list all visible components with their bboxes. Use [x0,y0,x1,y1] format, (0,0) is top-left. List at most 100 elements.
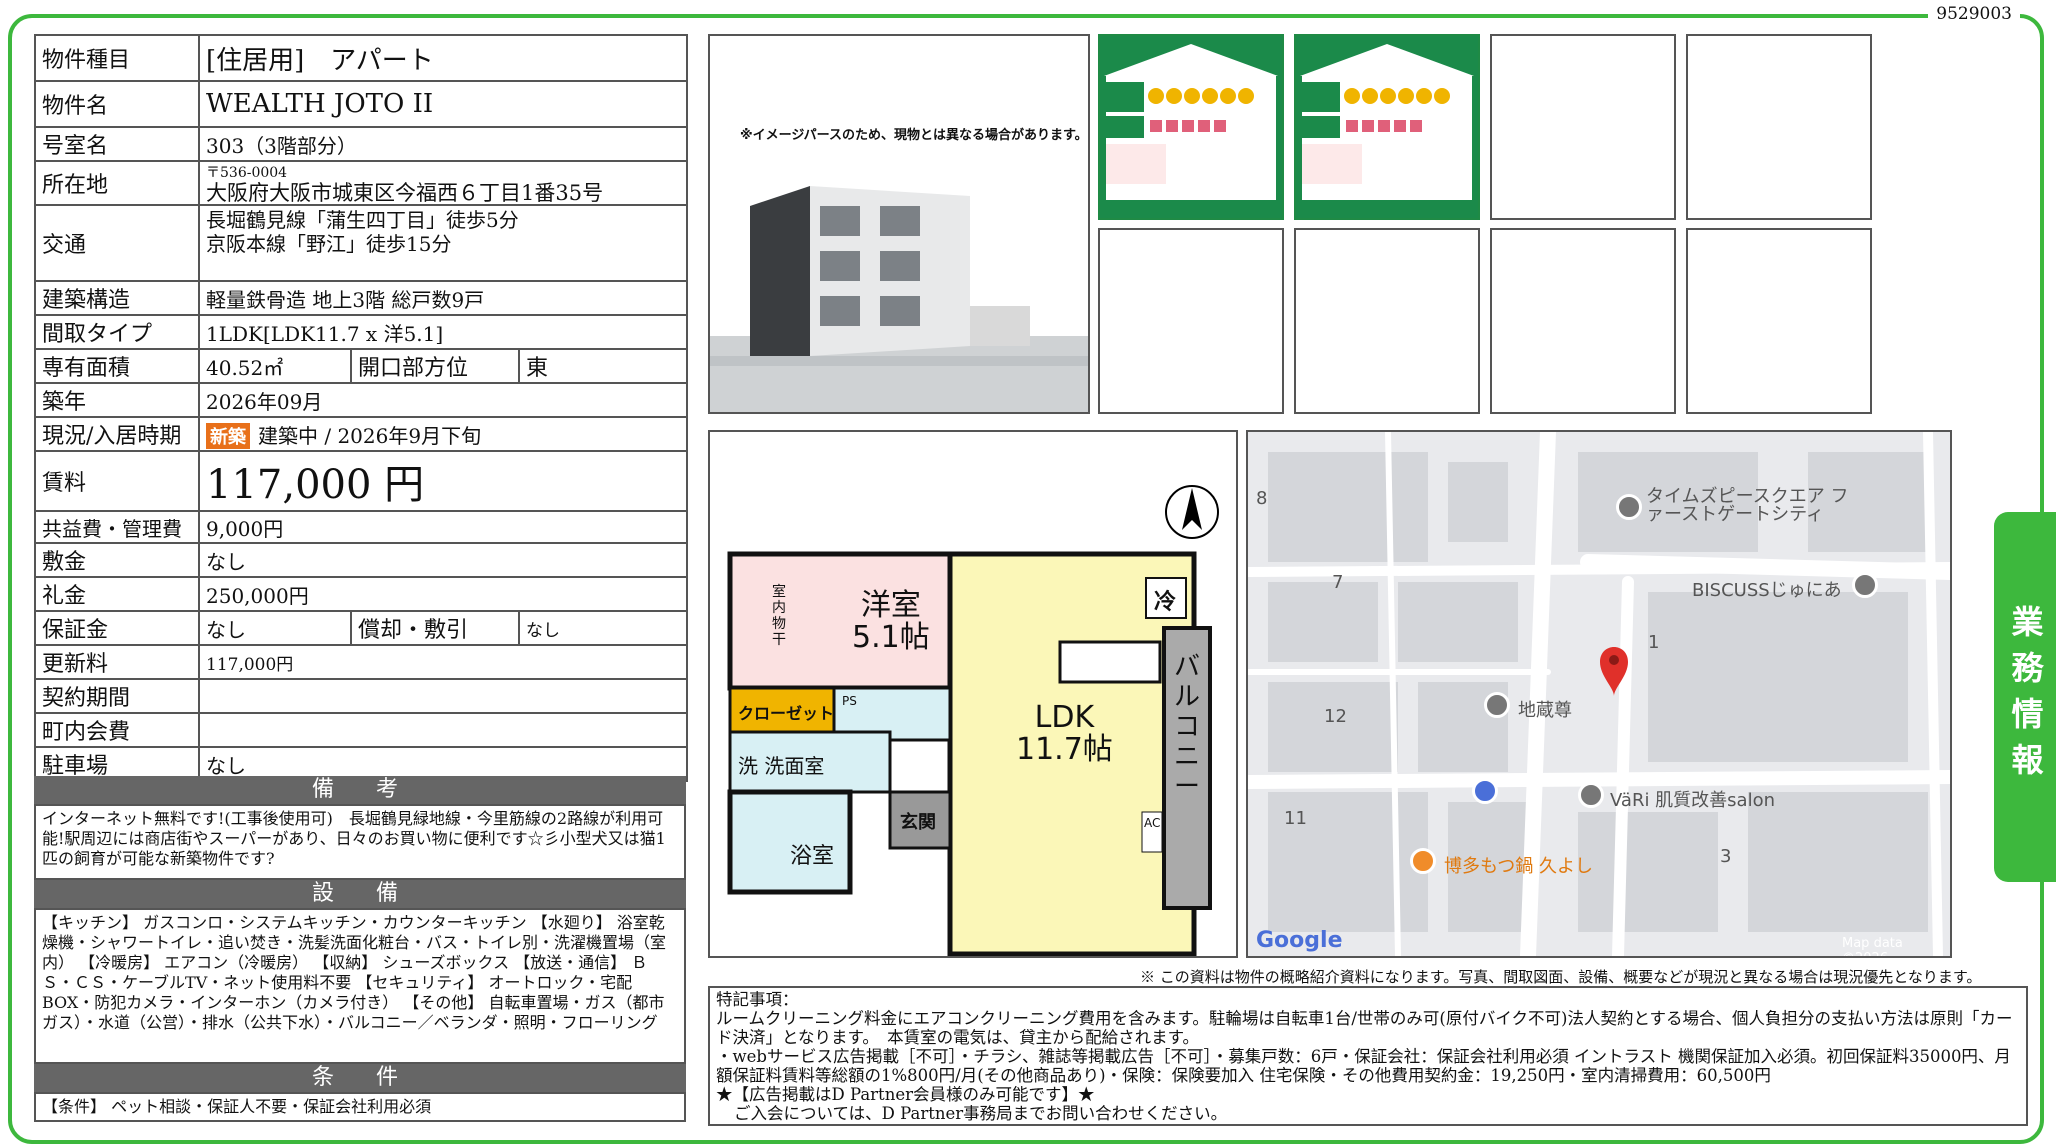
access-line-2: 京阪本線「野江」徒歩15分 [206,232,452,256]
assoc-fee [198,712,688,748]
floor-area: 40.52㎡ [198,348,352,384]
new-build-badge: 新築 [206,422,250,449]
structure-label: 建築構造 [34,280,200,316]
western-room-label: 洋室 [860,588,921,623]
direction-label: 開口部方位 [350,348,520,384]
structure: 軽量鉄骨造 地上3階 総戸数9戸 [198,280,688,316]
photo-slot-8[interactable] [1686,228,1872,414]
washroom-label: 洗面室 [764,754,825,778]
ps-label: PS [842,694,857,708]
place-pin-icon [1578,782,1604,808]
photo-slot-5[interactable] [1098,228,1284,414]
room-label: 号室名 [34,126,200,162]
energy-label-graphic [1100,36,1282,218]
remarks-text: インターネット無料です!(工事後使用可) 長堀鶴見緑地線・今里筋線の2路線が利用… [34,804,686,880]
built-label: 築年 [34,382,200,418]
special-notes-line-2: ・webサービス広告掲載［不可］・チラシ、雑誌等掲載広告［不可］・募集戸数：6戸… [716,1047,2011,1085]
photo-slot-3[interactable] [1490,34,1676,220]
deposit: なし [198,542,688,578]
name-label: 物件名 [34,80,200,128]
occupancy-status: 建築中 / 2026年9月下旬 [258,423,482,448]
place-jizoson: 地蔵尊 [1518,700,1572,721]
block-number: 12 [1324,706,1347,727]
special-notes-title: 特記事項： [716,990,799,1009]
amortization-label: 償却・敷引 [350,610,520,646]
photo-slot-7[interactable] [1490,228,1676,414]
layout-type: 1LDK[LDK11.7 x 洋5.1] [198,314,688,350]
assoc-label: 町内会費 [34,712,200,748]
postal-code: 〒536-0004 [206,165,288,181]
photo-slot-6[interactable] [1294,228,1480,414]
business-info-tab[interactable]: 業務情報 [1994,512,2056,882]
restaurant-icon [1410,848,1436,874]
place-pin-icon [1616,494,1642,520]
block-number: 1 [1648,632,1660,653]
rent-label: 賃料 [34,450,200,512]
place-pin-icon [1484,692,1510,718]
tab-label: 業務情報 [2006,605,2045,789]
property-name: WEALTH JOTO II [198,80,688,128]
contract-term [198,678,688,714]
bath-label: 浴室 [790,844,835,869]
rent: 117,000 円 [198,450,688,512]
status-label: 現況/入居時期 [34,416,200,452]
special-notes-line-1: ルームクリーニング料金にエアコンクリーニング費用を含みます。駐輪場は自転車1台/… [716,1009,2013,1047]
block-number: 3 [1720,846,1732,867]
western-room-size: 5.1帖 [852,620,930,655]
energy-label-image-2[interactable] [1294,34,1480,220]
floor-plan[interactable]: 洋室 5.1帖 室内物干 LDK 11.7帖 クローゼット PS 洗 洗面室 浴… [708,430,1238,958]
building-rendering[interactable]: ※イメージパースのため、現物とは異なる場合があります。 [708,34,1090,414]
place-times-pieceq: タイムズピースクエア ファーストゲートシティ [1646,486,1849,525]
built-year: 2026年09月 [198,382,688,418]
conditions-header: 条 件 [34,1064,686,1092]
indoor-dry-label: 室内物干 [772,584,786,648]
management-fee: 9,000円 [198,510,688,544]
balcony-label: バルコニー [1174,652,1201,802]
block-number: 7 [1332,572,1344,593]
special-notes-line-4: ご入会については、D Partner事務局までお問い合わせください。 [734,1104,1228,1123]
energy-label-image-1[interactable] [1098,34,1284,220]
term-label: 契約期間 [34,678,200,714]
fee-label: 共益費・管理費 [34,510,200,544]
place-vari-salon: VäRi 肌質改善salon [1610,790,1776,811]
fridge-label: 冷 [1154,590,1177,615]
remarks-header: 備 考 [34,776,686,804]
property-info-table: 物件種目 [住居用] アパート 物件名 WEALTH JOTO II 号室名 303（… [34,34,688,782]
ac-label: AC [1144,816,1161,830]
washer-label: 洗 [738,754,758,778]
address: 大阪府大阪市城東区今福西６丁目1番35号 [206,181,604,205]
google-logo: Google [1256,928,1343,953]
entrance-label: 玄関 [900,812,936,833]
conditions-text: 【条件】 ペット相談・保証人不要・保証会社利用必須 [34,1092,686,1122]
layout-label: 間取タイプ [34,314,200,350]
building-illustration [710,186,1088,412]
block-number: 11 [1284,808,1307,829]
photo-slot-4[interactable] [1686,34,1872,220]
area-map[interactable]: タイムズピースクエア ファーストゲートシティ BISCUSSじゅにあ 地蔵尊 V… [1246,430,1952,958]
block-number: 8 [1256,488,1268,509]
floor-plan-drawing [727,485,1219,956]
renewal-label: 更新料 [34,644,200,680]
access-line-1: 長堀鶴見線「蒲生四丁目」徒歩5分 [206,208,519,232]
deposit-label: 敷金 [34,542,200,578]
place-biscuss: BISCUSSじゅにあ [1692,580,1842,601]
parking-icon [1472,778,1498,804]
closet-label: クローゼット [738,704,835,723]
energy-label-graphic [1296,36,1478,218]
guarantee: なし [198,610,352,646]
special-notes-line-3: ★【広告掲載はD Partner会員様のみ可能です】★ [716,1085,1095,1104]
type-label: 物件種目 [34,34,200,82]
facilities-header: 設 備 [34,880,686,908]
document-id: 9529003 [1928,4,2020,24]
room-number: 303（3階部分） [198,126,688,162]
ldk-size: 11.7帖 [1016,732,1113,767]
map-credit: Map data ©2026 [1842,936,1903,956]
place-hakata-motsunabe: 博多もつ鍋 久よし [1444,856,1594,877]
ldk-label: LDK [1034,700,1095,735]
renewal-fee: 117,000円 [198,644,688,680]
facilities-text: 【キッチン】 ガスコンロ・システムキッチン・カウンターキッチン 【水廻り】 浴室… [34,908,686,1064]
direction: 東 [518,348,688,384]
property-type: [住居用] アパート [198,34,688,82]
disclaimer: ※ この資料は物件の概略紹介資料になります。写真、間取図面、設備、概要などが現況… [1140,968,1982,986]
key-money: 250,000円 [198,576,688,612]
